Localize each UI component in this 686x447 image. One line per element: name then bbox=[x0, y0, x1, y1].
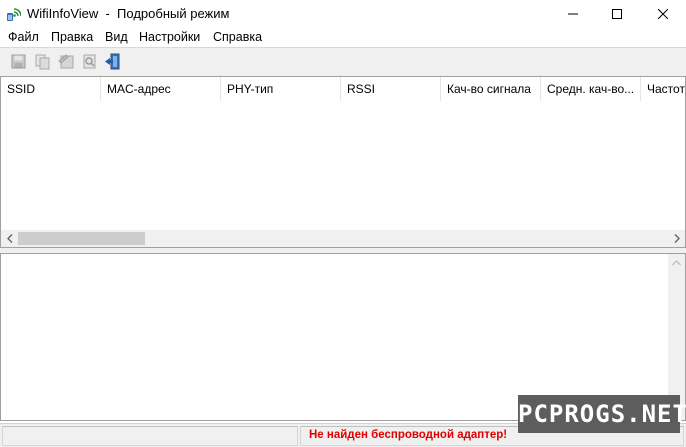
chevron-up-icon bbox=[672, 259, 681, 265]
column-ssid[interactable]: SSID bbox=[1, 77, 101, 101]
column-frequency[interactable]: Частот bbox=[641, 77, 685, 101]
watermark: PCPROGS.NET bbox=[518, 395, 686, 433]
network-list[interactable]: SSID MAC-адрес PHY-тип RSSI Кач-во сигна… bbox=[0, 76, 686, 248]
close-button[interactable] bbox=[640, 0, 686, 28]
list-header: SSID MAC-адрес PHY-тип RSSI Кач-во сигна… bbox=[1, 77, 685, 101]
column-avg-signal-quality[interactable]: Средн. кач-во... bbox=[541, 77, 641, 101]
title-bar: WifiInfoView - Подробный режим bbox=[0, 0, 686, 28]
html-report-icon[interactable] bbox=[58, 53, 75, 70]
horizontal-scrollbar[interactable] bbox=[1, 230, 685, 247]
status-message: Не найден беспроводной адаптер! bbox=[309, 429, 508, 441]
maximize-button[interactable] bbox=[594, 0, 640, 28]
menu-view[interactable]: Вид bbox=[105, 30, 128, 44]
chevron-left-icon bbox=[6, 234, 12, 243]
copy-icon[interactable] bbox=[34, 53, 51, 70]
maximize-icon bbox=[612, 9, 622, 19]
toolbar bbox=[0, 47, 686, 76]
menu-bar: Файл Правка Вид Настройки Справка bbox=[0, 28, 686, 47]
save-icon[interactable] bbox=[10, 53, 27, 70]
menu-file[interactable]: Файл bbox=[8, 30, 39, 44]
properties-icon[interactable] bbox=[81, 53, 98, 70]
column-mac-address[interactable]: MAC-адрес bbox=[101, 77, 221, 101]
exit-icon[interactable] bbox=[104, 53, 121, 70]
column-phy-type[interactable]: PHY-тип bbox=[221, 77, 341, 101]
minimize-icon bbox=[568, 13, 578, 15]
column-signal-quality[interactable]: Кач-во сигнала bbox=[441, 77, 541, 101]
scroll-left-button[interactable] bbox=[1, 230, 18, 247]
minimize-button[interactable] bbox=[550, 0, 596, 28]
wifi-app-icon bbox=[7, 8, 21, 21]
scroll-right-button[interactable] bbox=[668, 230, 685, 247]
menu-settings[interactable]: Настройки bbox=[139, 30, 200, 44]
chevron-right-icon bbox=[674, 234, 680, 243]
scroll-up-button[interactable] bbox=[668, 254, 685, 271]
column-rssi[interactable]: RSSI bbox=[341, 77, 441, 101]
window-title: WifiInfoView - Подробный режим bbox=[27, 6, 230, 21]
close-icon bbox=[658, 9, 668, 19]
status-cell-left bbox=[2, 426, 298, 446]
menu-edit[interactable]: Правка bbox=[51, 30, 93, 44]
horizontal-scroll-thumb[interactable] bbox=[18, 232, 145, 245]
menu-help[interactable]: Справка bbox=[213, 30, 262, 44]
